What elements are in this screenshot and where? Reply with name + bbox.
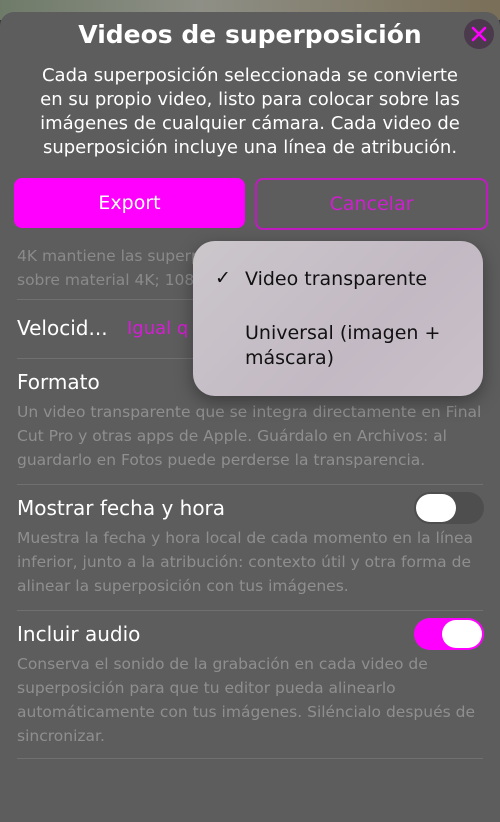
divider [17, 758, 483, 759]
format-description: Un video transparente que se integra dir… [17, 403, 482, 469]
audio-description: Conserva el sonido de la grabación en ca… [17, 655, 475, 745]
format-label: Formato [17, 370, 100, 394]
datetime-description: Muestra la fecha y hora local de cada mo… [17, 529, 474, 595]
cancel-button[interactable]: Cancelar [255, 178, 488, 230]
sheet-title: Videos de superposición [78, 20, 422, 49]
datetime-toggle[interactable] [414, 492, 484, 524]
speed-label: Velocid... [17, 316, 108, 340]
sheet-intro: Cada superposición seleccionada se convi… [40, 65, 460, 158]
format-menu: ✓ Video transparente Universal (imagen +… [193, 241, 483, 396]
divider [17, 484, 483, 485]
export-button[interactable]: Export [14, 178, 245, 228]
toggle-knob [442, 620, 482, 648]
resolution-description: 4K mantiene las superp sobre material 4K… [17, 244, 207, 292]
datetime-label: Mostrar fecha y hora [17, 496, 226, 520]
checkmark-icon: ✓ [215, 267, 231, 289]
speed-selector[interactable]: Igual q [127, 318, 197, 339]
resolution-line-2: sobre material 4K; 108 [17, 271, 195, 289]
menu-item-transparent[interactable]: Video transparente [245, 267, 465, 292]
audio-label: Incluir audio [17, 622, 141, 646]
divider [17, 610, 483, 611]
resolution-line-1: 4K mantiene las superp [17, 247, 201, 265]
audio-toggle[interactable] [414, 618, 484, 650]
menu-item-universal[interactable]: Universal (imagen + máscara) [245, 321, 455, 371]
toggle-knob [416, 494, 456, 522]
